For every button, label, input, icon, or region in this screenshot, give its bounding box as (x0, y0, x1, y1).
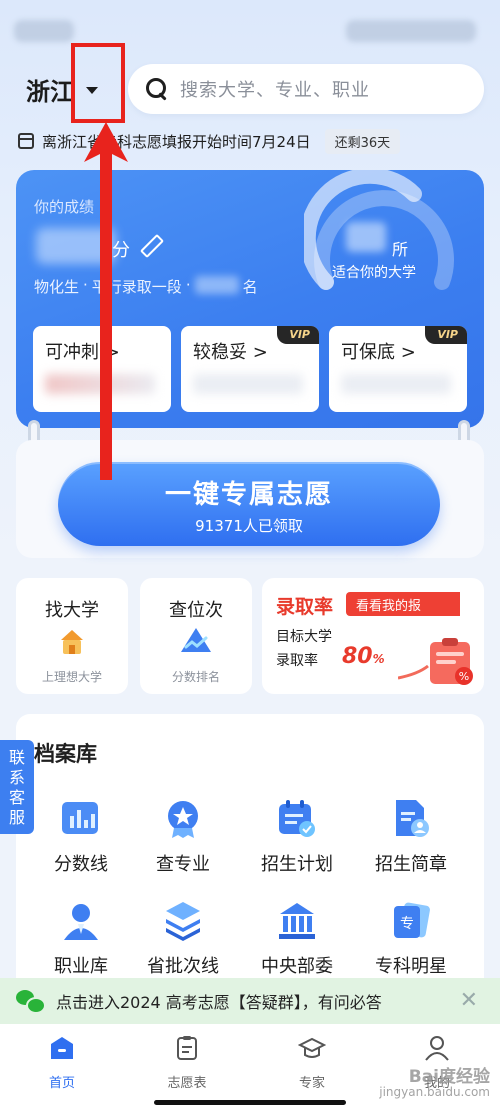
edit-pencil-icon[interactable] (140, 236, 160, 256)
nav-expert[interactable]: 专家 (267, 1034, 357, 1091)
target-university-text: 目标大学 (276, 629, 332, 645)
form-list-icon (177, 1036, 197, 1060)
rank-chart-icon (181, 628, 211, 652)
archive-item-score-line[interactable]: 分数线 (26, 798, 136, 876)
baidu-watermark: Bai度经验 jingyan.baidu.com (379, 1067, 490, 1100)
percent-value: 80 (342, 644, 373, 669)
archive-item-major[interactable]: 查专业 (128, 798, 238, 876)
status-bar-icons (346, 20, 476, 42)
watermark-url: jingyan.baidu.com (379, 1085, 490, 1099)
status-bar-time (14, 20, 74, 42)
archive-item-label: 职业库 (54, 956, 108, 977)
annotation-arrow-up-icon (84, 122, 128, 480)
tool-subtitle: 分数排名 (171, 670, 220, 684)
central-school-icon (279, 903, 315, 939)
search-placeholder: 搜索大学、专业、职业 (180, 80, 370, 101)
archive-item-career[interactable]: 职业库 (26, 900, 136, 978)
archive-item-label: 分数线 (54, 854, 108, 875)
remaining-days-badge: 还剩36天 (324, 128, 401, 154)
archive-item-label: 招生简章 (375, 854, 447, 875)
nav-home[interactable]: 首页 (17, 1034, 107, 1091)
cta-subtitle: 91371人已领取 (195, 517, 303, 535)
search-icon (146, 78, 168, 100)
check-my-report-pill[interactable]: 看看我的报 (346, 592, 460, 616)
archive-section: 档案库 分数线 查专业 招生计划 招生简章 职业库 省批次线 中央部委 专 专科… (16, 714, 484, 1014)
wechat-icon (16, 990, 46, 1014)
tool-title: 找大学 (45, 600, 99, 621)
nav-label: 首页 (48, 1076, 75, 1091)
annotation-highlight-box (71, 43, 125, 123)
batch-line-icon (166, 902, 200, 941)
find-university-tool[interactable]: 找大学 上理想大学 (16, 578, 128, 694)
archive-title: 档案库 (34, 742, 97, 766)
svg-text:专: 专 (400, 916, 414, 932)
search-bar[interactable]: 搜索大学、专业、职业 (128, 64, 484, 114)
admission-rate-card[interactable]: 录取率 看看我的报 目标大学 录取率 80% % (262, 578, 484, 694)
archive-item-batch-line[interactable]: 省批次线 (128, 900, 238, 978)
tier-label: 可保底 > (341, 342, 416, 363)
vip-badge: VIP (425, 326, 467, 344)
user-icon (425, 1036, 449, 1061)
nav-label: 专家 (298, 1076, 325, 1091)
graduation-cap-icon (297, 1037, 327, 1058)
customer-service-label: 联系客服 (8, 748, 25, 827)
score-detail: 物化生 · 平行录取一段 · 名 (34, 276, 258, 296)
tier-label: 较稳妥 > (193, 342, 268, 363)
brochure-icon (396, 800, 429, 837)
tool-title: 查位次 (169, 600, 223, 621)
province-label: 浙江 (26, 78, 74, 106)
svg-text:%: % (459, 670, 469, 683)
clipboard-percent-icon: % (398, 638, 473, 685)
vip-badge: VIP (277, 326, 319, 344)
tier-detail-blurred (193, 374, 303, 394)
tier-stable-card[interactable]: 较稳妥 > VIP (181, 326, 319, 412)
university-building-icon (61, 630, 83, 654)
archive-item-brochure[interactable]: 招生简章 (356, 798, 466, 876)
rank-value-blurred (194, 276, 239, 294)
fit-count-blurred (346, 222, 386, 252)
admission-rate-percent: 80% (342, 644, 385, 669)
rank-unit: 名 (242, 278, 258, 296)
customer-service-tab[interactable]: 联系客服 (0, 740, 34, 834)
watermark-brand: Bai度经验 (408, 1067, 490, 1087)
tool-subtitle: 上理想大学 (41, 670, 102, 684)
home-indicator (154, 1100, 346, 1105)
subject-combo: 物化生 (34, 278, 80, 296)
nav-label: 志愿表 (167, 1076, 207, 1091)
admission-rate-title: 录取率 (276, 596, 334, 618)
score-line-icon (62, 802, 98, 834)
admission-rate-text: 录取率 (276, 653, 318, 669)
close-icon[interactable]: ✕ (460, 988, 478, 1013)
home-icon (51, 1037, 73, 1059)
tier-detail-blurred (341, 374, 451, 394)
archive-item-label: 省批次线 (147, 956, 219, 977)
career-icon (64, 904, 98, 940)
archive-item-enroll-plan[interactable]: 招生计划 (242, 798, 352, 876)
fit-label: 适合你的大学 (332, 265, 416, 281)
fit-unit: 所 (392, 240, 409, 259)
wechat-banner-text: 点击进入2024 高考志愿【答疑群】，有问必答 (56, 993, 382, 1012)
star-college-icon: 专 (394, 902, 430, 938)
check-rank-tool[interactable]: 查位次 分数排名 (140, 578, 252, 694)
percent-unit: % (372, 652, 385, 666)
enroll-plan-icon (279, 800, 315, 837)
nav-volunteer-table[interactable]: 志愿表 (142, 1034, 232, 1091)
archive-item-label: 查专业 (156, 854, 210, 875)
calendar-icon (18, 133, 34, 149)
archive-item-label: 招生计划 (261, 854, 333, 875)
major-badge-icon (168, 801, 198, 838)
wechat-group-banner[interactable]: 点击进入2024 高考志愿【答疑群】，有问必答 ✕ (0, 978, 500, 1024)
tier-safe-card[interactable]: 可保底 > VIP (329, 326, 467, 412)
